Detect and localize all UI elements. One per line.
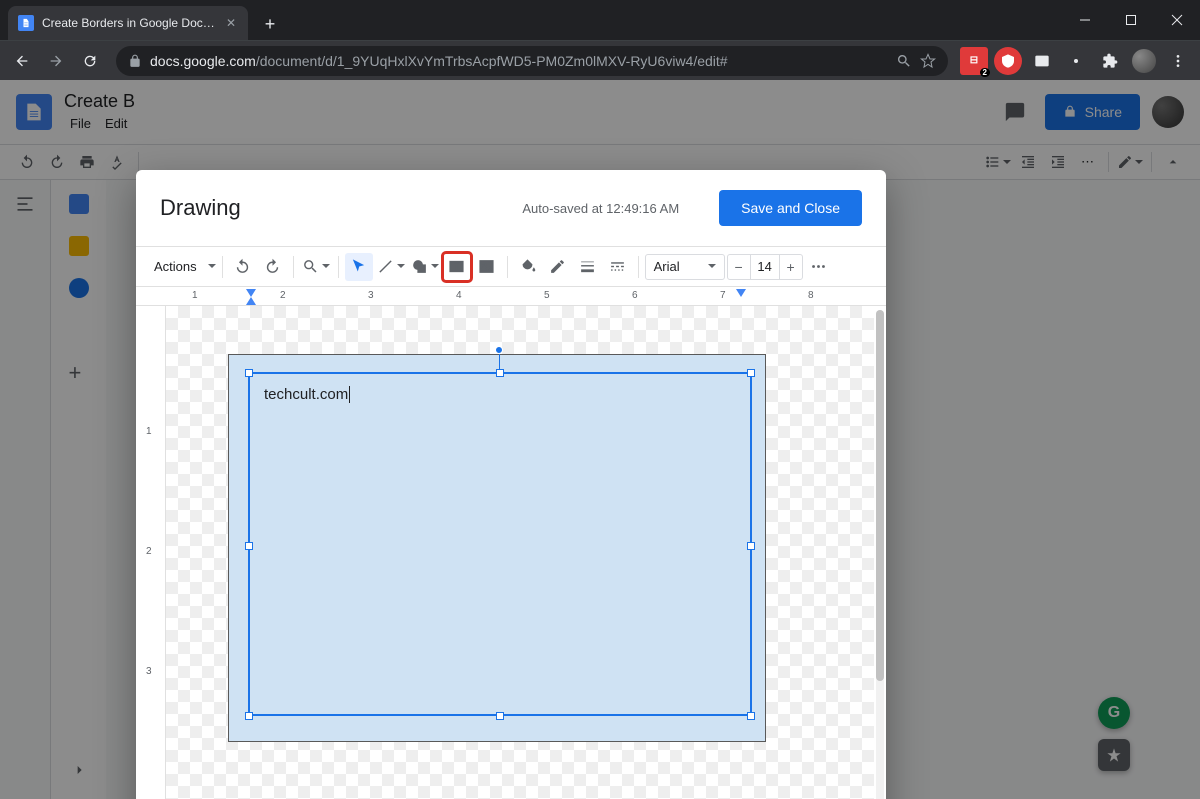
resize-handle[interactable] xyxy=(747,542,755,550)
rotation-handle[interactable] xyxy=(495,346,503,354)
font-size-decrease[interactable]: − xyxy=(728,259,750,275)
shape-tool-icon[interactable] xyxy=(409,253,441,281)
search-icon[interactable] xyxy=(896,53,912,69)
text-box-tool-icon[interactable] xyxy=(443,253,471,281)
resize-handle[interactable] xyxy=(245,542,253,550)
font-size-increase[interactable]: + xyxy=(780,259,802,275)
docs-favicon xyxy=(18,15,34,31)
redo-icon[interactable] xyxy=(259,253,287,281)
font-size-stepper[interactable]: − 14 + xyxy=(727,254,803,280)
horizontal-ruler[interactable]: 1 2 3 4 5 6 7 8 xyxy=(136,286,886,306)
new-tab-button[interactable]: + xyxy=(256,10,284,38)
chevron-down-icon xyxy=(208,264,216,270)
url-input[interactable]: docs.google.com/document/d/1_9YUqHxlXvYm… xyxy=(116,46,948,76)
border-color-icon[interactable] xyxy=(544,253,572,281)
left-indent-marker[interactable] xyxy=(246,289,256,297)
extension-pip-icon[interactable] xyxy=(1028,47,1056,75)
drawing-modal: Drawing Auto-saved at 12:49:16 AM Save a… xyxy=(136,170,886,799)
lock-icon xyxy=(128,54,142,68)
resize-handle[interactable] xyxy=(496,369,504,377)
more-options-icon[interactable] xyxy=(805,253,833,281)
maximize-button[interactable] xyxy=(1108,0,1154,40)
line-tool-icon[interactable] xyxy=(375,253,407,281)
resize-handle[interactable] xyxy=(245,712,253,720)
actions-menu[interactable]: Actions xyxy=(146,259,203,274)
extension-adblock-icon[interactable] xyxy=(994,47,1022,75)
url-host: docs.google.com xyxy=(150,53,256,69)
resize-handle[interactable] xyxy=(496,712,504,720)
resize-handle[interactable] xyxy=(747,712,755,720)
undo-icon[interactable] xyxy=(229,253,257,281)
image-tool-icon[interactable] xyxy=(473,253,501,281)
drawing-canvas[interactable]: 1 2 3 techcult.com xyxy=(136,306,886,799)
resize-handle[interactable] xyxy=(245,369,253,377)
zoom-icon[interactable] xyxy=(300,253,332,281)
extensions-puzzle-icon[interactable] xyxy=(1096,47,1124,75)
text-box-content: techcult.com xyxy=(264,386,350,403)
right-indent-marker[interactable] xyxy=(736,289,746,297)
url-path: /document/d/1_9YUqHxlXvYmTrbsAcpfWD5-PM0… xyxy=(256,53,728,69)
modal-title: Drawing xyxy=(160,195,241,221)
vertical-scrollbar[interactable] xyxy=(876,310,884,799)
save-and-close-button[interactable]: Save and Close xyxy=(719,190,862,226)
back-button[interactable] xyxy=(8,47,36,75)
reload-button[interactable] xyxy=(76,47,104,75)
autosave-status: Auto-saved at 12:49:16 AM xyxy=(522,201,679,216)
extension-generic-icon[interactable] xyxy=(1062,47,1090,75)
address-bar: docs.google.com/document/d/1_9YUqHxlXvYm… xyxy=(0,40,1200,80)
tab-close-icon[interactable]: ✕ xyxy=(224,16,238,30)
window-controls xyxy=(1062,0,1200,40)
close-window-button[interactable] xyxy=(1154,0,1200,40)
border-weight-icon[interactable] xyxy=(574,253,602,281)
select-tool-icon[interactable] xyxy=(345,253,373,281)
minimize-button[interactable] xyxy=(1062,0,1108,40)
modal-header: Drawing Auto-saved at 12:49:16 AM Save a… xyxy=(136,170,886,246)
profile-avatar[interactable] xyxy=(1130,47,1158,75)
border-dash-icon[interactable] xyxy=(604,253,632,281)
forward-button[interactable] xyxy=(42,47,70,75)
docs-app: Create B File Edit Share ⋯ xyxy=(0,80,1200,799)
tab-title: Create Borders in Google Docs - xyxy=(42,16,216,30)
vertical-ruler[interactable]: 1 2 3 xyxy=(136,306,166,799)
star-icon[interactable] xyxy=(920,53,936,69)
drawing-toolbar: Actions Arial − 14 + xyxy=(136,246,886,286)
text-box[interactable]: techcult.com xyxy=(248,372,752,716)
browser-titlebar: Create Borders in Google Docs - ✕ + xyxy=(0,0,1200,40)
extension-todoist-icon[interactable]: ⊟2 xyxy=(960,47,988,75)
font-size-value[interactable]: 14 xyxy=(750,255,780,279)
browser-menu-icon[interactable] xyxy=(1164,47,1192,75)
font-select[interactable]: Arial xyxy=(645,254,725,280)
resize-handle[interactable] xyxy=(747,369,755,377)
browser-tab[interactable]: Create Borders in Google Docs - ✕ xyxy=(8,6,248,40)
first-line-indent-marker[interactable] xyxy=(246,297,256,305)
fill-color-icon[interactable] xyxy=(514,253,542,281)
